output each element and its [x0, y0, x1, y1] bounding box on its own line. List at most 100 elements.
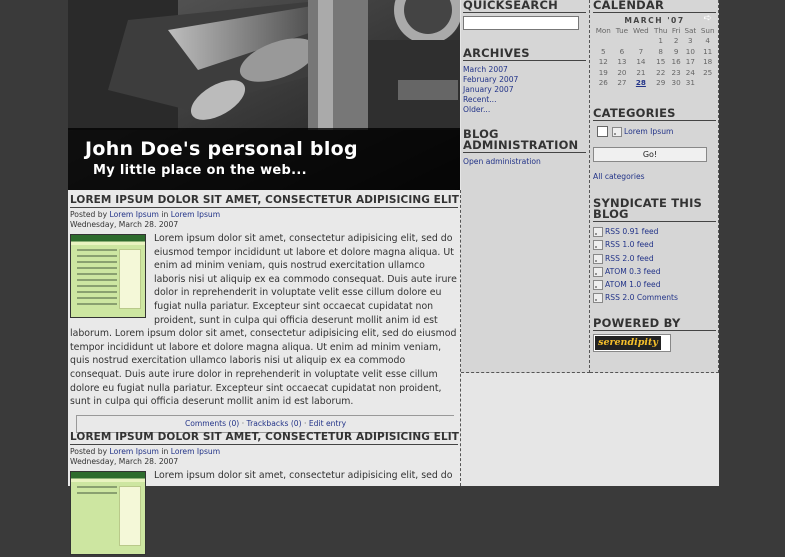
- syndicate-heading: SYNDICATE THIS BLOG: [593, 197, 716, 222]
- calendar-day: 5: [601, 46, 606, 56]
- powered-by-heading: POWERED BY: [593, 317, 716, 331]
- blog-title[interactable]: John Doe's personal blog: [85, 138, 358, 160]
- calendar-day: 22: [656, 67, 666, 77]
- quicksearch-input[interactable]: [463, 16, 579, 30]
- calendar-day: 12: [598, 57, 608, 67]
- feed-item[interactable]: RSS 2.0 feed: [593, 252, 716, 265]
- calendar-day: 13: [617, 57, 627, 67]
- calendar-day: 19: [598, 67, 608, 77]
- weekday-label: Tue: [615, 25, 629, 35]
- feed-item[interactable]: RSS 1.0 feed: [593, 238, 716, 251]
- entry-body: Lorem ipsum dolor sit amet, consectetur …: [70, 469, 458, 555]
- feed-item[interactable]: ATOM 1.0 feed: [593, 278, 716, 291]
- feed-link[interactable]: RSS 1.0 feed: [605, 240, 654, 249]
- separator: ·: [304, 418, 307, 428]
- posted-by-label: Posted by: [70, 210, 108, 219]
- author-link[interactable]: Lorem Ipsum: [110, 447, 159, 456]
- separator: ·: [241, 418, 245, 428]
- all-categories-link[interactable]: All categories: [593, 172, 716, 182]
- posted-by-label: Posted by: [70, 447, 108, 456]
- entry-text: Lorem ipsum dolor sit amet, consectetur …: [154, 470, 453, 481]
- entry-date: Wednesday, March 28. 2007: [70, 220, 179, 229]
- calendar-day: 8: [658, 46, 663, 56]
- entry-title[interactable]: LOREM IPSUM DOLOR SIT AMET, CONSECTETUR …: [70, 194, 459, 208]
- category-link[interactable]: Lorem Ipsum: [171, 447, 220, 456]
- entry-title[interactable]: LOREM IPSUM DOLOR SIT AMET, CONSECTETUR …: [70, 431, 459, 445]
- entry-date: Wednesday, March 28. 2007: [70, 457, 179, 466]
- calendar-month: MARCH '07: [624, 16, 685, 25]
- archive-link[interactable]: March 2007: [463, 65, 586, 75]
- quicksearch-heading: QUICKSEARCH: [463, 0, 586, 13]
- weekday-label: Mon: [595, 25, 611, 35]
- calendar-grid: Mon Tue Wed Thu Fri Sat Sun 1 2 3 4 5 6 …: [593, 25, 717, 88]
- serendipity-badge[interactable]: serendipity: [593, 333, 671, 352]
- calendar-day: 10: [685, 46, 695, 56]
- archive-link[interactable]: Older...: [463, 105, 586, 115]
- open-administration-link[interactable]: Open administration: [463, 157, 586, 167]
- feed-link[interactable]: RSS 2.0 feed: [605, 254, 654, 263]
- weekday-label: Sun: [700, 25, 715, 35]
- right-sidebar: CALENDAR MARCH '07 ➪ Mon Tue Wed Thu Fri…: [590, 0, 719, 373]
- archive-link[interactable]: Recent...: [463, 95, 586, 105]
- entry-body: Lorem ipsum dolor sit amet, consectetur …: [70, 232, 458, 409]
- rss-icon[interactable]: [612, 126, 622, 137]
- calendar-day: 4: [705, 36, 710, 46]
- comments-link[interactable]: Comments (0): [185, 419, 239, 428]
- blog-admin-heading: BLOG ADMINISTRATION: [463, 128, 586, 153]
- edit-entry-link[interactable]: Edit entry: [309, 419, 346, 428]
- weekday-label: Fri: [671, 25, 681, 35]
- trackbacks-link[interactable]: Trackbacks (0): [247, 419, 302, 428]
- feed-item[interactable]: RSS 2.0 Comments: [593, 291, 716, 304]
- calendar-day: 20: [617, 67, 627, 77]
- rss-icon: [593, 266, 603, 277]
- feed-item[interactable]: ATOM 0.3 feed: [593, 265, 716, 278]
- calendar-day: 17: [685, 57, 695, 67]
- category-checkbox[interactable]: [597, 126, 608, 137]
- category-link[interactable]: Lorem Ipsum: [624, 127, 673, 136]
- calendar-day: 27: [617, 78, 627, 88]
- calendar-day: [614, 36, 631, 47]
- calendar-day: 25: [703, 67, 713, 77]
- in-label: in: [161, 447, 169, 456]
- rss-icon: [593, 253, 603, 264]
- calendar-day: 30: [671, 78, 681, 88]
- archive-link[interactable]: February 2007: [463, 75, 586, 85]
- blog-entry: LOREM IPSUM DOLOR SIT AMET, CONSECTETUR …: [70, 194, 459, 433]
- archives-list: March 2007 February 2007 January 2007 Re…: [463, 65, 586, 115]
- author-link[interactable]: Lorem Ipsum: [110, 210, 159, 219]
- categories-heading: CATEGORIES: [593, 107, 716, 121]
- feed-link[interactable]: ATOM 1.0 feed: [605, 280, 661, 289]
- entry-thumbnail[interactable]: [70, 234, 146, 318]
- serendipity-logo: serendipity: [595, 335, 661, 350]
- calendar-heading: CALENDAR: [593, 0, 716, 13]
- calendar-day: 16: [671, 57, 681, 67]
- calendar-day: 7: [638, 46, 644, 56]
- feed-link[interactable]: ATOM 0.3 feed: [605, 267, 661, 276]
- blog-entry: LOREM IPSUM DOLOR SIT AMET, CONSECTETUR …: [70, 431, 459, 557]
- calendar-day: 2: [673, 36, 679, 46]
- weekday-label: Thu: [653, 25, 668, 35]
- rss-icon: [593, 280, 603, 291]
- next-month-icon[interactable]: ➪: [704, 13, 712, 24]
- entry-meta: Posted by Lorem Ipsum in Lorem Ipsum: [70, 210, 458, 220]
- calendar-day: 29: [656, 78, 666, 88]
- calendar-day: 14: [636, 57, 646, 67]
- feed-link[interactable]: RSS 0.91 feed: [605, 227, 659, 236]
- calendar-day: [630, 36, 651, 47]
- calendar-day: 15: [656, 57, 666, 67]
- entry-thumbnail[interactable]: [70, 471, 146, 555]
- in-label: in: [161, 210, 169, 219]
- rss-icon: [593, 240, 603, 251]
- go-button[interactable]: Go!: [593, 147, 707, 162]
- archives-heading: ARCHIVES: [463, 47, 586, 61]
- calendar-day: 6: [619, 46, 625, 56]
- feed-list: RSS 0.91 feed RSS 1.0 feed RSS 2.0 feed …: [593, 225, 716, 305]
- calendar-day: 11: [703, 46, 713, 56]
- feed-item[interactable]: RSS 0.91 feed: [593, 225, 716, 238]
- archive-link[interactable]: January 2007: [463, 85, 586, 95]
- category-link[interactable]: Lorem Ipsum: [171, 210, 220, 219]
- left-sidebar: QUICKSEARCH ARCHIVES March 2007 February…: [461, 0, 590, 373]
- main-content: LOREM IPSUM DOLOR SIT AMET, CONSECTETUR …: [68, 190, 461, 555]
- calendar-day-link[interactable]: 28: [630, 78, 651, 89]
- feed-link[interactable]: RSS 2.0 Comments: [605, 293, 678, 302]
